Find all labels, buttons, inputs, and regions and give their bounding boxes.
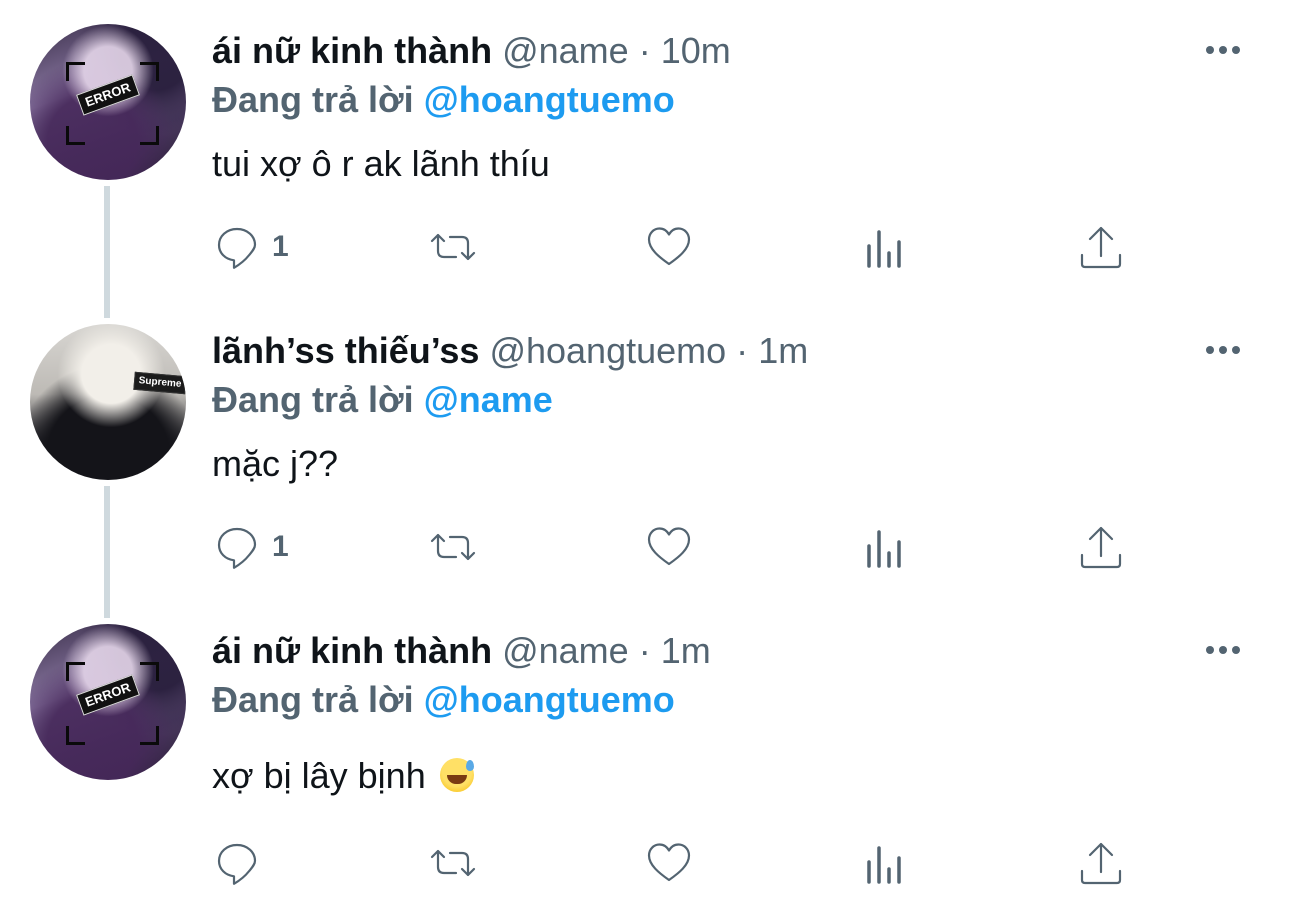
analytics-icon <box>867 530 901 568</box>
tweet-text: xợ bị lây bịnh <box>212 755 426 796</box>
header-separator: · <box>638 630 651 671</box>
heart-icon <box>647 843 691 882</box>
replying-to-label: Đang trả lời <box>212 679 414 720</box>
reply-icon <box>217 843 257 885</box>
mention-link[interactable]: @hoangtuemo <box>424 679 675 720</box>
replying-to: Đang trả lời @hoangtuemo <box>212 680 675 720</box>
views-button[interactable] <box>860 838 910 888</box>
header-separator: · <box>736 330 749 371</box>
avatar-frame-corner <box>66 126 85 145</box>
like-button[interactable] <box>644 522 694 572</box>
more-icon[interactable] <box>1206 43 1248 57</box>
views-button[interactable] <box>860 222 910 272</box>
reply-button[interactable] <box>212 838 272 888</box>
grinning-face-with-sweat-icon <box>439 758 474 792</box>
tweet-text: mặc j?? <box>212 443 339 484</box>
avatar-frame-corner <box>66 662 85 681</box>
display-name[interactable]: ái nữ kinh thành <box>212 630 492 671</box>
analytics-icon <box>867 846 901 884</box>
reply-count: 1 <box>272 530 289 563</box>
retweet-button[interactable] <box>428 838 478 888</box>
reply-button[interactable]: 1 <box>212 522 289 572</box>
reply-button[interactable]: 1 <box>212 222 289 272</box>
retweet-button[interactable] <box>428 522 478 572</box>
share-icon <box>1080 226 1122 269</box>
share-button[interactable] <box>1076 522 1126 572</box>
display-name[interactable]: ái nữ kinh thành <box>212 30 492 71</box>
avatar-badge: ERROR <box>76 674 140 716</box>
share-icon <box>1080 526 1122 569</box>
retweet-icon <box>430 849 476 877</box>
tweet-text: tui xợ ô r ak lãnh thíu <box>212 143 550 184</box>
reply-count: 1 <box>272 230 289 263</box>
like-button[interactable] <box>644 838 694 888</box>
tweet-header: ái nữ kinh thành @name · 10m <box>212 31 731 71</box>
like-button[interactable] <box>644 222 694 272</box>
user-handle[interactable]: @hoangtuemo <box>489 330 726 371</box>
avatar-frame-corner <box>140 662 159 681</box>
avatar[interactable]: ERROR <box>30 24 186 180</box>
avatar-frame-corner <box>66 726 85 745</box>
heart-icon <box>647 227 691 266</box>
more-icon[interactable] <box>1206 643 1248 657</box>
mention-link[interactable]: @hoangtuemo <box>424 79 675 120</box>
heart-icon <box>647 527 691 566</box>
tweet-text-container: xợ bị lây bịnh <box>212 756 474 796</box>
retweet-icon <box>430 533 476 561</box>
replying-to: Đang trả lời @hoangtuemo <box>212 80 675 120</box>
tweet[interactable]: ERROR ái nữ kinh thành @name · 1m Đang t… <box>0 600 1290 908</box>
share-button[interactable] <box>1076 222 1126 272</box>
reply-icon <box>217 227 257 269</box>
replying-to: Đang trả lời @name <box>212 380 553 420</box>
avatar-frame-corner <box>140 126 159 145</box>
more-icon[interactable] <box>1206 343 1248 357</box>
timestamp[interactable]: 1m <box>661 630 711 671</box>
tweet-header: lãnh’ss thiếu’ss @hoangtuemo · 1m <box>212 331 808 371</box>
tweet-header: ái nữ kinh thành @name · 1m <box>212 631 711 671</box>
header-separator: · <box>638 30 651 71</box>
timestamp[interactable]: 10m <box>661 30 731 71</box>
share-button[interactable] <box>1076 838 1126 888</box>
reply-icon <box>217 527 257 569</box>
avatar-frame-corner <box>140 726 159 745</box>
tweet[interactable]: ERROR ái nữ kinh thành @name · 10m Đang … <box>0 0 1290 300</box>
user-handle[interactable]: @name <box>502 30 629 71</box>
display-name[interactable]: lãnh’ss thiếu’ss <box>212 330 479 371</box>
analytics-icon <box>867 230 901 268</box>
avatar[interactable]: ERROR <box>30 624 186 780</box>
views-button[interactable] <box>860 522 910 572</box>
avatar-frame-corner <box>140 62 159 81</box>
avatar[interactable]: Supreme <box>30 324 186 480</box>
tweet[interactable]: Supreme lãnh’ss thiếu’ss @hoangtuemo · 1… <box>0 300 1290 600</box>
retweet-button[interactable] <box>428 222 478 272</box>
retweet-icon <box>430 233 476 261</box>
avatar-badge: Supreme <box>133 371 186 395</box>
mention-link[interactable]: @name <box>424 379 553 420</box>
replying-to-label: Đang trả lời <box>212 79 414 120</box>
avatar-badge: ERROR <box>76 74 140 116</box>
replying-to-label: Đang trả lời <box>212 379 414 420</box>
user-handle[interactable]: @name <box>502 630 629 671</box>
avatar-frame-corner <box>66 62 85 81</box>
timestamp[interactable]: 1m <box>758 330 808 371</box>
share-icon <box>1080 842 1122 885</box>
